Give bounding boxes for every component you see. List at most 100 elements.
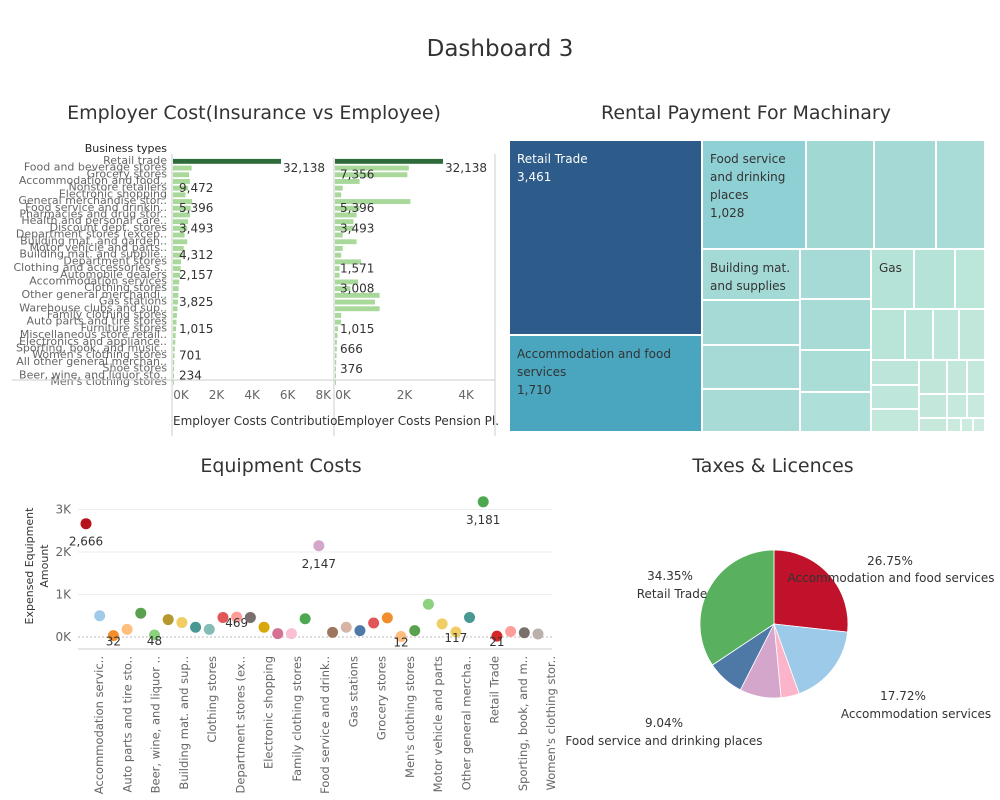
treemap-name: Accommodation and food xyxy=(517,347,671,361)
pie-percent-label: 34.35% xyxy=(647,569,693,583)
treemap-tile xyxy=(933,309,959,360)
pie-percent-label: 26.75% xyxy=(867,554,913,568)
equipment-point xyxy=(505,625,517,637)
equipment-x-tick: Beer, wine, and liquor .. xyxy=(149,656,163,793)
treemap-tile xyxy=(919,394,947,418)
equipment-point-label: 32 xyxy=(106,635,121,649)
equipment-point xyxy=(436,618,448,630)
equipment-x-tick: Family clothing stores xyxy=(290,656,304,782)
employer-bar xyxy=(335,380,336,385)
treemap-tile xyxy=(702,389,800,432)
taxes-licences-chart: 26.75% Accommodation and food services 17.… xyxy=(565,549,995,748)
equipment-x-tick: Other general mercha.. xyxy=(459,656,473,790)
employer-data-label: 5,396 xyxy=(340,201,374,215)
employer-bar xyxy=(173,366,175,372)
equipment-point xyxy=(258,621,270,633)
treemap-tile xyxy=(871,385,919,409)
employer-bar xyxy=(173,353,175,359)
treemap-name: services xyxy=(517,365,567,379)
equipment-point xyxy=(190,621,202,633)
pie-name-label: Retail Trade xyxy=(637,587,708,601)
employer-data-label: 32,138 xyxy=(283,161,325,175)
treemap-tile xyxy=(800,249,871,299)
equipment-point xyxy=(327,626,339,638)
treemap-tile xyxy=(961,418,973,432)
equipment-point xyxy=(354,625,366,637)
employer-x-tick: 8K xyxy=(315,388,332,402)
employer-bar xyxy=(335,333,338,338)
equipment-point xyxy=(422,598,434,610)
employer-bar xyxy=(173,286,179,292)
treemap-tile xyxy=(871,409,919,432)
equipment-x-tick: Department stores (ex.. xyxy=(233,656,247,793)
treemap-tile xyxy=(806,140,874,249)
equipment-point xyxy=(244,611,256,623)
employer-col1-title: Employer Costs Contributio.. xyxy=(173,414,345,428)
equipment-point xyxy=(135,607,147,619)
treemap-tile xyxy=(874,140,936,249)
employer-bar xyxy=(173,380,174,385)
employer-data-label: 4,312 xyxy=(179,248,213,262)
treemap-label: Food service and drinking places 1,028 xyxy=(710,150,799,222)
employer-x-tick: 2K xyxy=(397,388,414,402)
treemap-tile xyxy=(800,392,871,432)
treemap-value: 1,710 xyxy=(517,383,552,397)
treemap-tile xyxy=(914,249,955,309)
employer-bar xyxy=(173,319,177,325)
employer-bar xyxy=(173,339,176,345)
employer-cost-title: Employer Cost(Insurance vs Employee) xyxy=(67,102,441,124)
equipment-x-tick: Gas stations xyxy=(346,656,360,727)
employer-x-tick: 6K xyxy=(280,388,297,402)
employer-bar xyxy=(335,359,337,365)
equipment-x-tick: Grocery stores xyxy=(375,656,389,740)
equipment-y-tick: 1K xyxy=(55,588,72,602)
equipment-point xyxy=(313,540,325,552)
employer-bar xyxy=(335,266,340,271)
employer-x-tick: 4K xyxy=(458,388,475,402)
treemap-tile xyxy=(702,345,800,389)
treemap-tile xyxy=(871,360,919,385)
employer-data-label: 5,396 xyxy=(179,201,213,215)
treemap-tile xyxy=(967,394,985,418)
equipment-costs-title: Equipment Costs xyxy=(200,455,362,477)
equipment-point xyxy=(121,623,133,635)
employer-data-label: 3,008 xyxy=(340,282,374,296)
employer-bar xyxy=(335,366,336,372)
equipment-point xyxy=(409,625,421,637)
pie-percent-label: 17.72% xyxy=(880,689,926,703)
employer-bar xyxy=(335,246,343,251)
employer-data-label: 234 xyxy=(179,369,202,383)
employer-bar xyxy=(335,339,337,345)
taxes-licences-title: Taxes & Licences xyxy=(692,455,854,477)
employer-bar xyxy=(335,306,380,312)
employer-bar xyxy=(335,192,342,198)
equipment-x-tick: Sporting, book, and m.. xyxy=(516,656,530,791)
pie-percent-label: 9.04% xyxy=(645,716,683,730)
employer-bar xyxy=(335,326,339,332)
treemap-name: Food service xyxy=(710,152,786,166)
equipment-point xyxy=(368,617,380,629)
employer-data-label: 701 xyxy=(179,349,202,363)
employer-bar xyxy=(173,158,281,164)
employer-data-label: 376 xyxy=(340,362,363,376)
equipment-x-tick: Accommodation servic.. xyxy=(92,656,106,794)
employer-bar xyxy=(335,299,375,305)
pie-name-label: Accommodation and food services xyxy=(788,571,995,585)
treemap-tile xyxy=(800,350,871,392)
equipment-x-tick: Clothing stores xyxy=(205,656,219,743)
employer-data-label: 666 xyxy=(340,342,363,356)
equipment-x-tick: Electronic shopping xyxy=(262,656,276,769)
equipment-x-tick: Men's clothing stores xyxy=(403,656,417,778)
treemap-building-mat: Building mat. and supplies xyxy=(702,249,800,300)
treemap-tile xyxy=(919,360,947,394)
employer-bar xyxy=(173,326,177,332)
employer-bar xyxy=(173,359,175,365)
equipment-x-tick: Motor vehicle and parts xyxy=(431,656,445,792)
equipment-x-tick: Auto parts and tire sto.. xyxy=(120,656,134,792)
treemap-value: 3,461 xyxy=(517,170,552,184)
employer-data-label: 1,571 xyxy=(340,262,374,276)
equipment-point xyxy=(518,627,530,639)
employer-bar xyxy=(173,313,177,318)
equipment-x-tick: Retail Trade xyxy=(488,656,502,724)
equipment-point xyxy=(272,628,284,640)
